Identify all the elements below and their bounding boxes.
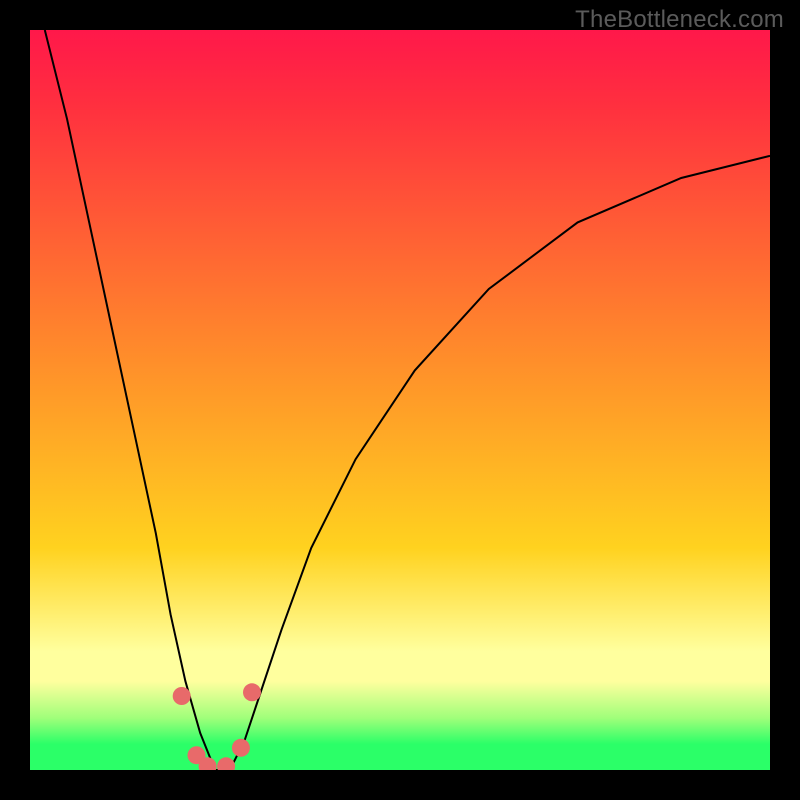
data-marker — [173, 687, 191, 705]
chart-svg — [30, 30, 770, 770]
data-marker — [232, 739, 250, 757]
bottleneck-curve — [45, 30, 770, 770]
data-marker — [243, 683, 261, 701]
outer-frame: TheBottleneck.com — [0, 0, 800, 800]
data-marker — [217, 757, 235, 770]
plot-area — [30, 30, 770, 770]
